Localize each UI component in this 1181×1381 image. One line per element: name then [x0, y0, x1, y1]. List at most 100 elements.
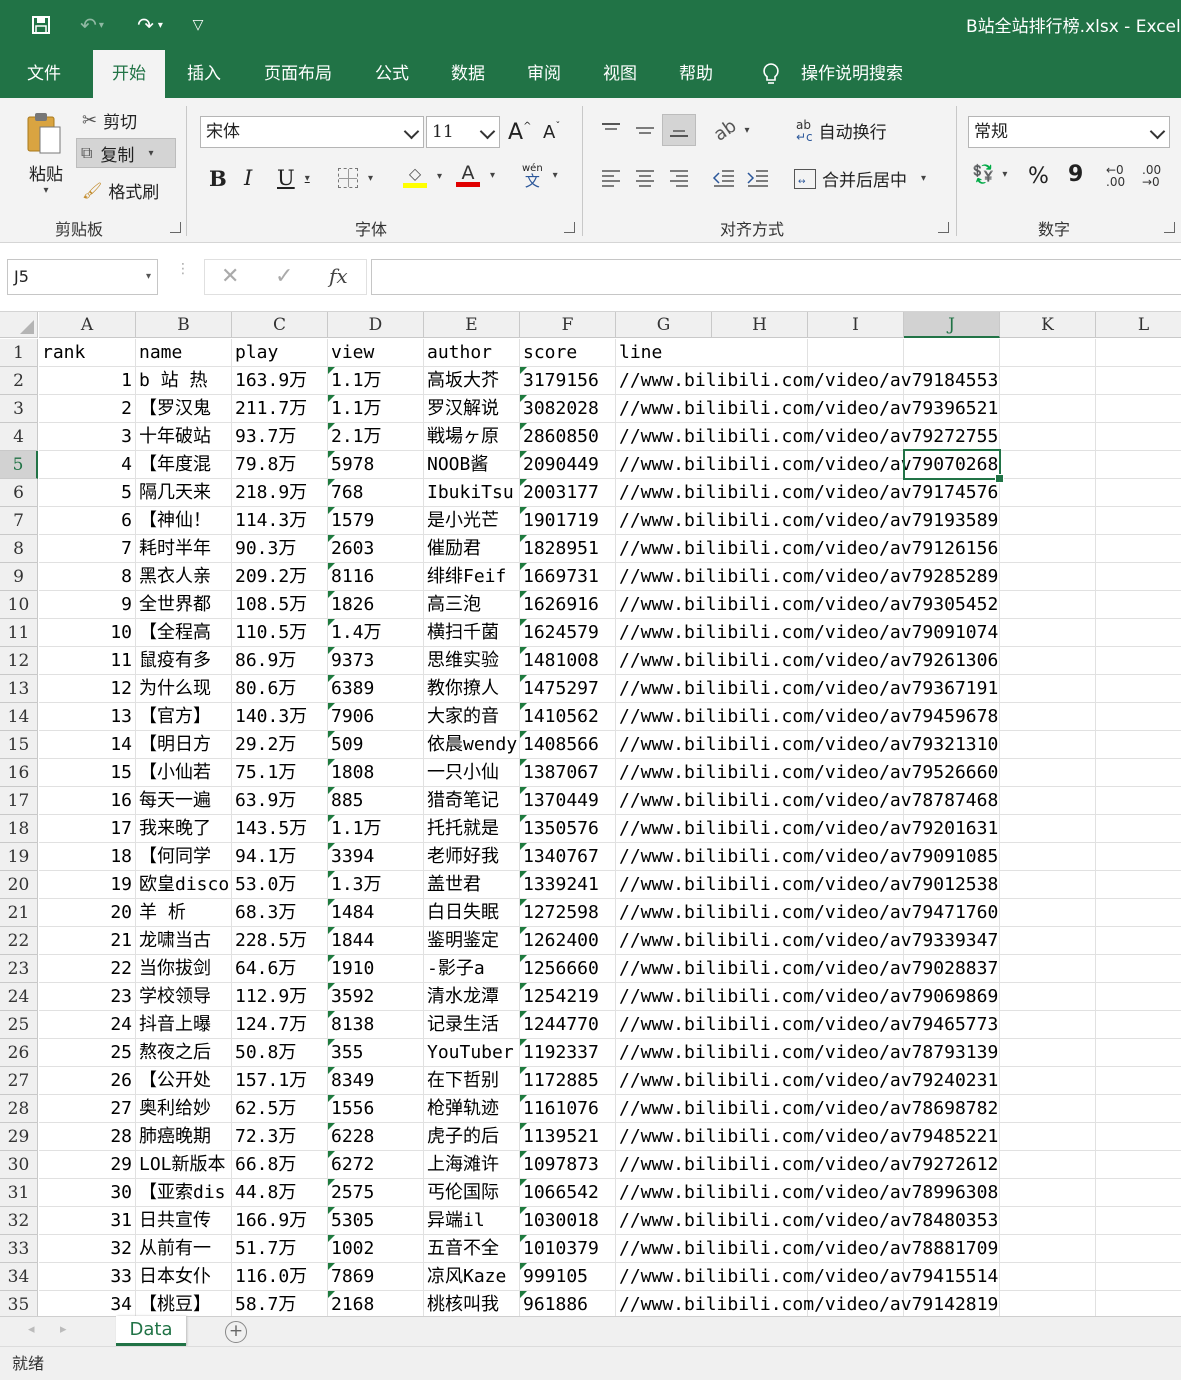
- empty-cell[interactable]: [1096, 451, 1181, 479]
- play-cell[interactable]: 72.3万: [232, 1123, 328, 1151]
- row-header[interactable]: 11: [0, 619, 38, 647]
- score-cell[interactable]: 2090449: [520, 451, 616, 479]
- author-cell[interactable]: 丐伦国际: [424, 1179, 520, 1207]
- author-cell[interactable]: 横扫千菌: [424, 619, 520, 647]
- empty-cell[interactable]: [1000, 1207, 1096, 1235]
- column-header[interactable]: F: [520, 312, 616, 338]
- font-launcher-icon[interactable]: [564, 222, 575, 233]
- score-cell[interactable]: 1192337: [520, 1039, 616, 1067]
- column-header[interactable]: E: [424, 312, 520, 338]
- name-cell[interactable]: 【亚索dis: [136, 1179, 232, 1207]
- author-cell[interactable]: YouTuber: [424, 1039, 520, 1067]
- score-cell[interactable]: 1624579: [520, 619, 616, 647]
- play-cell[interactable]: 79.8万: [232, 451, 328, 479]
- line-cell[interactable]: //www.bilibili.com/video/av78480353: [616, 1207, 998, 1235]
- view-cell[interactable]: 1808: [328, 759, 424, 787]
- empty-cell[interactable]: [1096, 367, 1181, 395]
- rank-cell[interactable]: 14: [39, 731, 136, 759]
- empty-cell[interactable]: [1000, 927, 1096, 955]
- score-cell[interactable]: 1387067: [520, 759, 616, 787]
- header-cell[interactable]: view: [328, 339, 424, 367]
- empty-cell[interactable]: [1000, 1151, 1096, 1179]
- empty-cell[interactable]: [1000, 451, 1096, 479]
- view-cell[interactable]: 1579: [328, 507, 424, 535]
- empty-cell[interactable]: [1096, 955, 1181, 983]
- author-cell[interactable]: 高三泡: [424, 591, 520, 619]
- align-right-icon[interactable]: [665, 164, 693, 192]
- tab-view[interactable]: 视图: [590, 50, 650, 98]
- empty-cell[interactable]: [1000, 507, 1096, 535]
- rank-cell[interactable]: 9: [39, 591, 136, 619]
- name-cell[interactable]: 肺癌晚期: [136, 1123, 232, 1151]
- view-cell[interactable]: 355: [328, 1039, 424, 1067]
- empty-cell[interactable]: [1000, 843, 1096, 871]
- line-cell[interactable]: //www.bilibili.com/video/av79396521: [616, 395, 998, 423]
- orientation-dropdown-icon[interactable]: ▾: [744, 125, 749, 136]
- chevron-down-icon[interactable]: ▾: [146, 260, 151, 294]
- author-cell[interactable]: 绯绯Feif: [424, 563, 520, 591]
- empty-cell[interactable]: [1096, 815, 1181, 843]
- score-cell[interactable]: 1139521: [520, 1123, 616, 1151]
- header-cell[interactable]: line: [616, 339, 712, 367]
- empty-cell[interactable]: [1000, 647, 1096, 675]
- rank-cell[interactable]: 10: [39, 619, 136, 647]
- paste-icon[interactable]: [22, 108, 66, 158]
- empty-cell[interactable]: [1096, 731, 1181, 759]
- column-header[interactable]: K: [1000, 312, 1096, 338]
- row-header[interactable]: 23: [0, 955, 38, 983]
- line-cell[interactable]: //www.bilibili.com/video/av79091085: [616, 843, 998, 871]
- author-cell[interactable]: 教你撩人: [424, 675, 520, 703]
- author-cell[interactable]: 五音不全: [424, 1235, 520, 1263]
- score-cell[interactable]: 1272598: [520, 899, 616, 927]
- author-cell[interactable]: 凉风Kaze: [424, 1263, 520, 1291]
- empty-cell[interactable]: [1096, 983, 1181, 1011]
- view-cell[interactable]: 8138: [328, 1011, 424, 1039]
- phonetic-dropdown-icon[interactable]: ▾: [553, 170, 558, 181]
- name-cell[interactable]: 【公开处: [136, 1067, 232, 1095]
- row-header[interactable]: 15: [0, 731, 38, 759]
- align-center-icon[interactable]: [631, 164, 659, 192]
- author-cell[interactable]: 枪弹轨迹: [424, 1095, 520, 1123]
- rank-cell[interactable]: 18: [39, 843, 136, 871]
- column-header[interactable]: I: [808, 312, 904, 338]
- save-icon[interactable]: [26, 10, 56, 40]
- empty-cell[interactable]: [1000, 731, 1096, 759]
- line-cell[interactable]: //www.bilibili.com/video/av79240231: [616, 1067, 998, 1095]
- name-cell[interactable]: 奥利给妙: [136, 1095, 232, 1123]
- rank-cell[interactable]: 1: [39, 367, 136, 395]
- alignment-launcher-icon[interactable]: [938, 222, 949, 233]
- row-header[interactable]: 8: [0, 535, 38, 563]
- view-cell[interactable]: 1844: [328, 927, 424, 955]
- row-header[interactable]: 4: [0, 423, 38, 451]
- row-header[interactable]: 9: [0, 563, 38, 591]
- tab-data[interactable]: 数据: [438, 50, 498, 98]
- play-cell[interactable]: 66.8万: [232, 1151, 328, 1179]
- empty-cell[interactable]: [1096, 423, 1181, 451]
- line-cell[interactable]: //www.bilibili.com/video/av79070268: [616, 451, 998, 479]
- rank-cell[interactable]: 11: [39, 647, 136, 675]
- underline-button[interactable]: U ▾: [277, 166, 310, 190]
- row-header[interactable]: 29: [0, 1123, 38, 1151]
- score-cell[interactable]: 1097873: [520, 1151, 616, 1179]
- rank-cell[interactable]: 2: [39, 395, 136, 423]
- empty-cell[interactable]: [1096, 563, 1181, 591]
- view-cell[interactable]: 5305: [328, 1207, 424, 1235]
- score-cell[interactable]: 1262400: [520, 927, 616, 955]
- line-cell[interactable]: //www.bilibili.com/video/av79415514: [616, 1263, 998, 1291]
- rank-cell[interactable]: 22: [39, 955, 136, 983]
- merge-center-button[interactable]: ↔ 合并后居中 ▾: [794, 166, 926, 191]
- rank-cell[interactable]: 16: [39, 787, 136, 815]
- rank-cell[interactable]: 8: [39, 563, 136, 591]
- rank-cell[interactable]: 24: [39, 1011, 136, 1039]
- line-cell[interactable]: //www.bilibili.com/video/av79174576: [616, 479, 998, 507]
- row-header[interactable]: 1: [0, 339, 38, 367]
- name-cell[interactable]: 每天一遍: [136, 787, 232, 815]
- view-cell[interactable]: 7869: [328, 1263, 424, 1291]
- accounting-dropdown-icon[interactable]: ▾: [1002, 169, 1007, 180]
- view-cell[interactable]: 2168: [328, 1291, 424, 1316]
- author-cell[interactable]: 大家的音: [424, 703, 520, 731]
- empty-cell[interactable]: [1000, 1263, 1096, 1291]
- name-cell[interactable]: 隔几天来: [136, 479, 232, 507]
- play-cell[interactable]: 53.0万: [232, 871, 328, 899]
- score-cell[interactable]: 1254219: [520, 983, 616, 1011]
